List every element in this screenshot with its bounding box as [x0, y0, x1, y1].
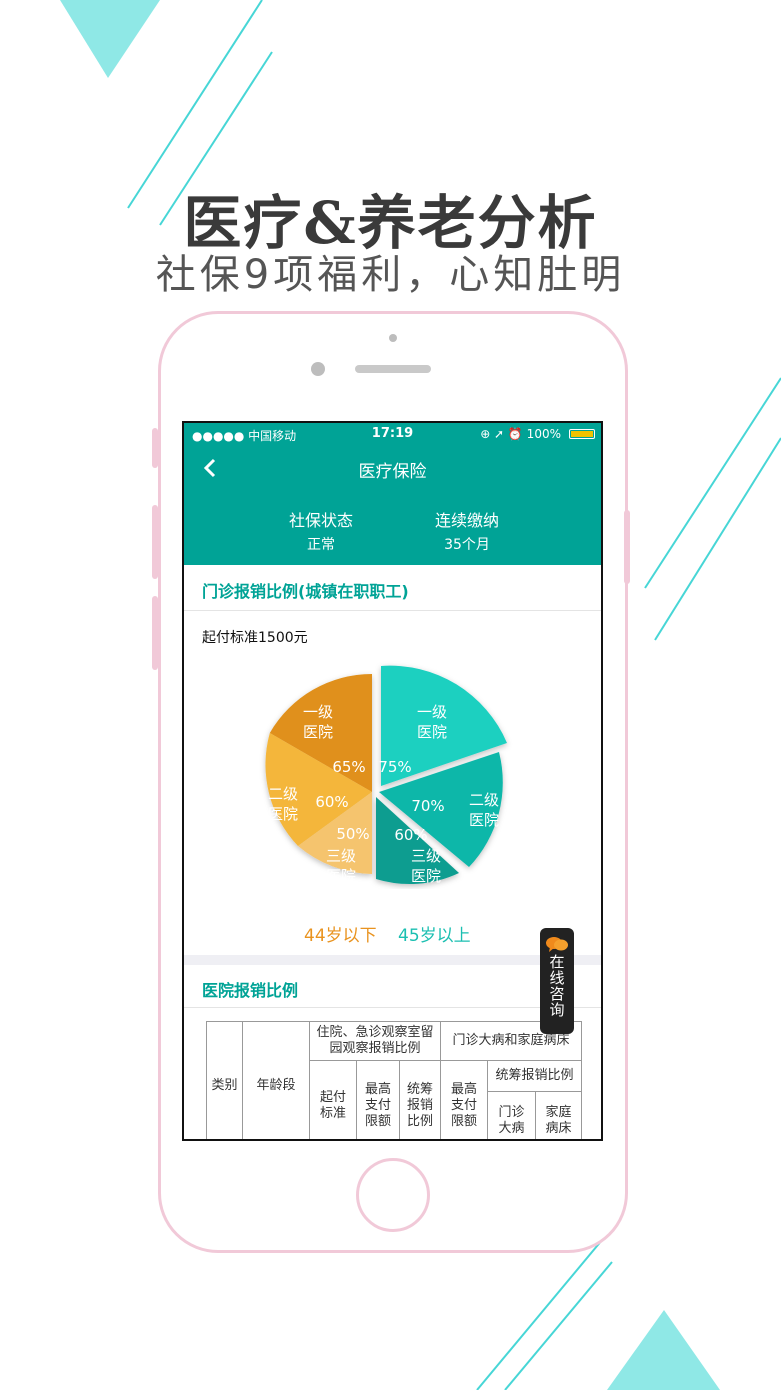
- online-consult-button[interactable]: 在线咨询: [540, 928, 574, 1034]
- slice-label-under44-l2-line1: 二级: [268, 785, 298, 803]
- slice-label-over45-l3-line2: 医院: [411, 867, 441, 885]
- slice-label-under44-l2-line2: 医院: [268, 805, 298, 823]
- corner-triangle-top: [60, 0, 160, 78]
- table-sub-home-bed: 家庭病床: [535, 1091, 582, 1139]
- slice-label-under44-l1-line2: 医院: [303, 723, 333, 741]
- slice-percent-under44-l1: 65%: [332, 758, 365, 776]
- slice-label-under44-l3-line2: 医院: [326, 867, 356, 885]
- battery-icon: [569, 429, 595, 439]
- legend-over45: 45岁以上: [398, 926, 471, 946]
- chat-bubbles-icon: [546, 937, 568, 952]
- slice-label-over45-l2-line1: 二级: [469, 791, 499, 809]
- mute-switch: [152, 428, 158, 468]
- table-sub-threshold: 起付标准: [309, 1060, 357, 1139]
- slice-percent-over45-l1: 75%: [378, 758, 411, 776]
- earpiece-speaker: [355, 365, 431, 373]
- divider: [184, 1007, 601, 1008]
- divider: [184, 610, 601, 611]
- paid-value: 35个月: [444, 537, 490, 553]
- front-camera: [311, 362, 325, 376]
- home-button[interactable]: [356, 1158, 430, 1232]
- outpatient-section-title: 门诊报销比例(城镇在职职工): [202, 582, 409, 601]
- slice-percent-under44-l3: 50%: [336, 825, 369, 843]
- legend-under44: 44岁以下: [304, 926, 377, 946]
- corner-triangle-bottom: [607, 1310, 720, 1390]
- status-icons: ⊕ ➚ ⏰ 100%: [480, 427, 561, 441]
- table-sub-outpatient-major: 门诊大病: [487, 1091, 536, 1139]
- deco-line: [644, 377, 781, 589]
- threshold-text: 起付标准1500元: [202, 630, 308, 646]
- table-sub-max-pay: 最高支付限额: [356, 1060, 400, 1139]
- volume-down-button: [152, 596, 158, 670]
- status-value: 正常: [307, 537, 335, 553]
- slice-percent-under44-l2: 60%: [315, 793, 348, 811]
- slice-percent-over45-l2: 70%: [411, 797, 444, 815]
- slice-label-under44-l3-line1: 三级: [326, 847, 356, 865]
- slice-label-over45-l3-line1: 三级: [411, 847, 441, 865]
- online-consult-label: 在线咨询: [547, 954, 566, 1018]
- slice-label-over45-l1-line2: 医院: [417, 723, 447, 741]
- slice-label-over45-l1-line1: 一级: [417, 703, 447, 721]
- status-bar: ●●●●● 中国移动 17:19 ⊕ ➚ ⏰ 100%: [184, 423, 601, 445]
- table-sub-max-pay-2: 最高支付限额: [440, 1060, 488, 1139]
- status-label: 社保状态: [288, 511, 353, 530]
- slice-label-under44-l1-line1: 一级: [303, 703, 333, 721]
- table-header-inpatient: 住院、急诊观察室留园观察报销比例: [309, 1021, 441, 1061]
- table-header-category: 类别: [206, 1021, 243, 1139]
- section-gap: [184, 955, 601, 965]
- hospital-section-title: 医院报销比例: [202, 981, 299, 1000]
- app-header: ●●●●● 中国移动 17:19 ⊕ ➚ ⏰ 100% 医疗保险 社保状态 正常…: [184, 423, 601, 565]
- table-sub-pool-ratio: 统筹报销比例: [399, 1060, 441, 1139]
- power-button: [624, 510, 630, 584]
- app-screen: ●●●●● 中国移动 17:19 ⊕ ➚ ⏰ 100% 医疗保险 社保状态 正常…: [182, 421, 603, 1141]
- volume-up-button: [152, 505, 158, 579]
- page-title: 医疗保险: [358, 462, 427, 482]
- reimbursement-pie-chart: 一级 医院 65% 二级 医院 60% 50% 三级 医院 一级 医院 75% …: [265, 665, 507, 885]
- promo-subline: 社保9项福利，心知肚明: [155, 252, 626, 298]
- deco-line: [504, 1261, 613, 1390]
- slice-label-over45-l2-line2: 医院: [469, 811, 499, 829]
- slice-percent-over45-l3: 60%: [394, 826, 427, 844]
- table-sub-pool-ratio-2: 统筹报销比例: [487, 1060, 582, 1092]
- reimbursement-table: 类别 年龄段 住院、急诊观察室留园观察报销比例 门诊大病和家庭病床 起付标准 最…: [206, 1021, 582, 1139]
- proximity-sensor: [389, 334, 397, 342]
- deco-line: [654, 437, 781, 641]
- paid-label: 连续缴纳: [434, 511, 499, 530]
- nav-bar: 医疗保险: [184, 449, 601, 489]
- table-header-age: 年龄段: [242, 1021, 310, 1139]
